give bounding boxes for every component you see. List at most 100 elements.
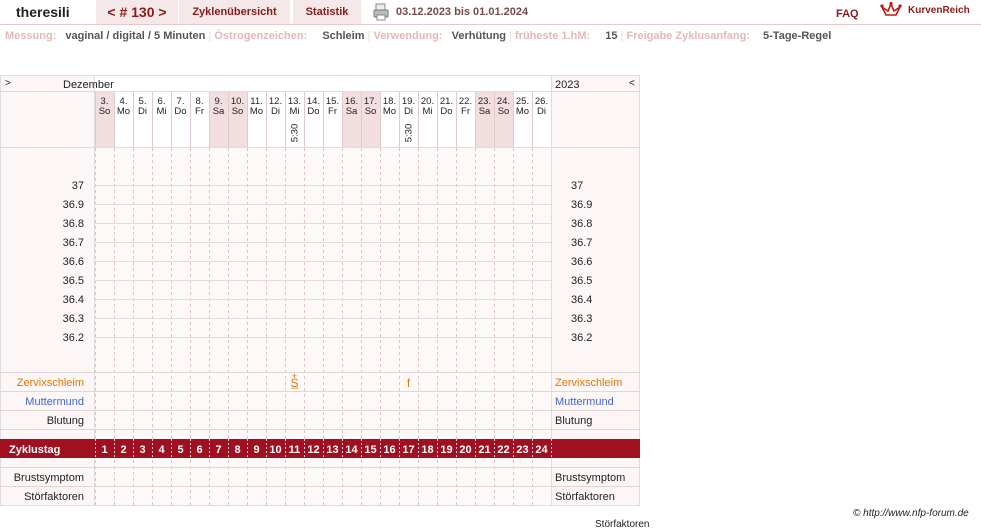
- day-weekday-label[interactable]: So: [365, 106, 377, 117]
- tab-zyklenuebersicht[interactable]: Zyklenübersicht: [179, 0, 290, 24]
- temperature-label-right: 36.9: [571, 199, 592, 211]
- cycle-day-number[interactable]: 3: [139, 444, 145, 456]
- separator: |: [509, 30, 512, 42]
- cycle-day-number[interactable]: 14: [345, 444, 358, 456]
- cycle-day-number[interactable]: 20: [459, 444, 471, 456]
- day-weekday-label[interactable]: Mi: [289, 106, 299, 117]
- day-weekday-label[interactable]: Sa: [479, 106, 491, 117]
- cycle-day-number[interactable]: 8: [234, 444, 240, 456]
- temperature-label-right: 36.5: [571, 275, 592, 287]
- day-weekday-label[interactable]: Fr: [195, 106, 204, 117]
- cycle-day-number[interactable]: 11: [289, 444, 301, 456]
- printer-icon[interactable]: [373, 3, 389, 24]
- cycle-day-number[interactable]: 2: [120, 444, 126, 456]
- zervix-mark: S̲: [290, 376, 298, 390]
- day-weekday-label[interactable]: Mi: [422, 106, 432, 117]
- day-weekday-label[interactable]: Di: [271, 106, 280, 117]
- oestrogen-value: Schleim: [322, 30, 365, 42]
- username: theresili: [16, 4, 70, 20]
- day-weekday-label[interactable]: Di: [138, 106, 147, 117]
- cycle-day-number[interactable]: 24: [535, 444, 548, 456]
- tab-statistik[interactable]: Statistik: [293, 0, 361, 24]
- blutung-label-right: Blutung: [555, 415, 592, 427]
- temperature-label-right: 36.3: [571, 313, 592, 325]
- day-weekday-label[interactable]: Mo: [117, 106, 130, 117]
- day-weekday-label[interactable]: Mo: [516, 106, 529, 117]
- date-range: 03.12.2023 bis 01.01.2024: [396, 6, 529, 18]
- blutung-label-left: Blutung: [47, 415, 84, 427]
- day-weekday-label[interactable]: Di: [404, 106, 413, 117]
- year-label: 2023: [555, 79, 579, 91]
- temperature-label-right: 36.2: [571, 332, 592, 344]
- day-weekday-label[interactable]: So: [498, 106, 510, 117]
- copyright: © http://www.nfp-forum.de: [853, 508, 969, 519]
- temperature-label-left: 36.8: [63, 218, 84, 230]
- temperature-label-left: 36.2: [63, 332, 84, 344]
- separator: |: [620, 30, 624, 42]
- cycle-day-number[interactable]: 23: [516, 444, 528, 456]
- cycle-day-number[interactable]: 19: [440, 444, 452, 456]
- temperature-label-right: 36.7: [571, 237, 592, 249]
- cycle-day-number[interactable]: 5: [177, 444, 183, 456]
- day-weekday-label[interactable]: Di: [537, 106, 546, 117]
- muttermund-label-left: Muttermund: [25, 396, 84, 408]
- day-weekday-label[interactable]: Sa: [213, 106, 225, 117]
- measure-time-label: 5:30: [290, 124, 301, 143]
- nav-next-button[interactable]: <: [629, 78, 635, 89]
- cycle-day-number[interactable]: 21: [478, 444, 490, 456]
- cycle-day-number[interactable]: 12: [307, 444, 319, 456]
- day-weekday-label[interactable]: Mo: [250, 106, 263, 117]
- day-weekday-label[interactable]: Sa: [346, 106, 358, 117]
- cycle-day-number[interactable]: 4: [158, 444, 165, 456]
- day-weekday-label[interactable]: Mi: [156, 106, 166, 117]
- zervix-label-right: Zervixschleim: [555, 377, 622, 389]
- cycle-chart-svg: > Dezember 2023 <3.So4.Mo5.Di6.Mi7.Do8.Fr9.…: [0, 75, 640, 506]
- day-weekday-label[interactable]: So: [99, 106, 111, 117]
- temperature-label-right: 37: [571, 180, 583, 192]
- day-weekday-label[interactable]: Do: [307, 106, 319, 117]
- brustsymptom-label-left: Brustsymptom: [14, 472, 84, 484]
- month-label: Dezember: [63, 79, 114, 91]
- day-weekday-label[interactable]: Fr: [328, 106, 337, 117]
- day-weekday-label[interactable]: Do: [440, 106, 452, 117]
- cycle-navigation[interactable]: < # 130 >: [96, 0, 178, 24]
- day-weekday-label[interactable]: So: [232, 106, 244, 117]
- cycle-info-line: Messung: vaginal / digital / 5 Minuten |…: [5, 30, 831, 42]
- brustsymptom-label-right: Brustsymptom: [555, 472, 625, 484]
- faq-link[interactable]: FAQ: [836, 8, 859, 20]
- temperature-label-left: 36.4: [63, 294, 84, 306]
- logo-text[interactable]: KurvenReich: [908, 5, 970, 16]
- hm-value: 15: [605, 30, 618, 42]
- cycle-day-number[interactable]: 17: [402, 444, 414, 456]
- temperature-label-left: 37: [72, 180, 84, 192]
- stoerfaktoren-label-left: Störfaktoren: [24, 491, 84, 503]
- cycle-day-number[interactable]: 18: [421, 444, 433, 456]
- messung-value: vaginal / digital / 5 Minuten: [65, 30, 206, 42]
- measure-time-label: 5:30: [404, 124, 415, 143]
- cycle-day-number[interactable]: 7: [215, 444, 221, 456]
- freigabe-label: Freigabe Zyklusanfang:: [626, 30, 750, 42]
- cycle-day-number[interactable]: 1: [101, 444, 107, 456]
- crown-logo-icon[interactable]: [879, 1, 903, 22]
- cycle-day-number[interactable]: 13: [326, 444, 338, 456]
- day-weekday-label[interactable]: Do: [174, 106, 186, 117]
- zervix-label-left: Zervixschleim: [17, 377, 84, 389]
- separator: |: [367, 30, 371, 42]
- cycle-day-number[interactable]: 9: [253, 444, 259, 456]
- cycle-day-number[interactable]: 15: [364, 444, 376, 456]
- top-bar: theresili < # 130 > Zyklenübersicht Stat…: [0, 0, 981, 25]
- nav-prev-button[interactable]: >: [5, 78, 11, 89]
- cycle-day-number[interactable]: 16: [383, 444, 395, 456]
- cycle-day-number[interactable]: 10: [269, 444, 281, 456]
- verwendung-value: Verhütung: [451, 30, 507, 42]
- day-weekday-label[interactable]: Mo: [383, 106, 396, 117]
- muttermund-label-right: Muttermund: [555, 396, 614, 408]
- cycle-day-number[interactable]: 6: [196, 444, 202, 456]
- cycle-day-number[interactable]: 22: [497, 444, 509, 456]
- temperature-label-left: 36.6: [63, 256, 84, 268]
- temperature-label-left: 36.9: [63, 199, 84, 211]
- separator: |: [208, 30, 212, 42]
- temperature-label-right: 36.6: [571, 256, 592, 268]
- day-weekday-label[interactable]: Fr: [461, 106, 470, 117]
- messung-label: Messung:: [5, 30, 57, 42]
